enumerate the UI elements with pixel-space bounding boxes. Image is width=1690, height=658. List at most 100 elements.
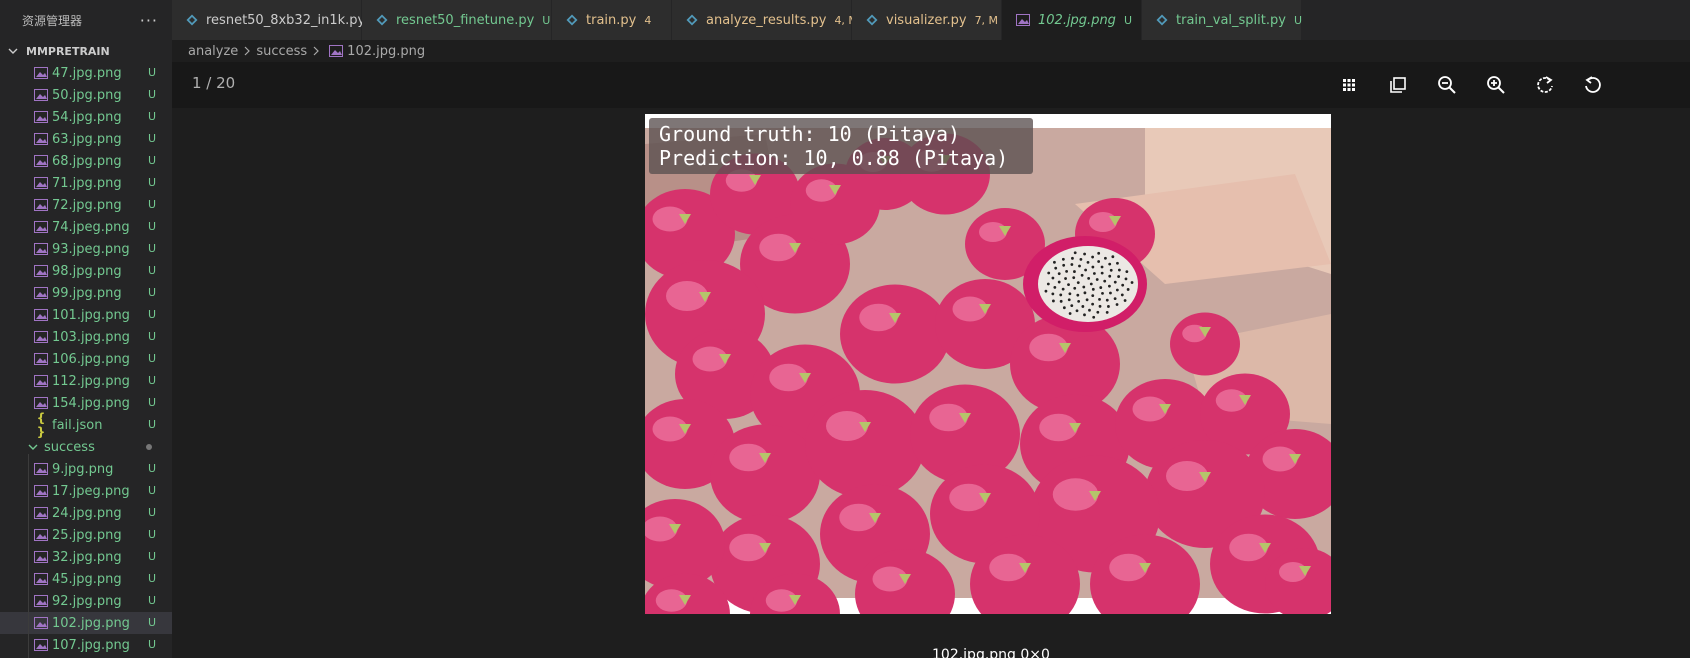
image-file-icon <box>34 529 48 541</box>
seed <box>1091 265 1095 269</box>
breadcrumb-file[interactable]: 102.jpg.png <box>347 44 425 59</box>
file-item[interactable]: 24.jpg.png U <box>0 502 172 524</box>
seed <box>1085 298 1089 302</box>
file-item[interactable]: 47.jpg.png U <box>0 62 172 84</box>
tab-resnet50-8xb32-in1k-py[interactable]: resnet50_8xb32_in1k.py <box>172 0 365 40</box>
git-untracked-badge: U <box>147 396 156 409</box>
image-file-icon <box>34 331 48 343</box>
file-item[interactable]: 71.jpg.png U <box>0 172 172 194</box>
file-item[interactable]: 101.jpg.png U <box>0 304 172 326</box>
rotate-left-icon[interactable] <box>1582 74 1604 96</box>
folder-success[interactable]: success <box>0 436 172 458</box>
original-size-icon[interactable] <box>1387 74 1409 96</box>
file-item[interactable]: 63.jpg.png U <box>0 128 172 150</box>
file-list-fail: 47.jpg.png U 50.jpg.png U 54.jpg.png U 63.jpg.… <box>0 62 172 414</box>
breadcrumb-folder-analyze[interactable]: analyze <box>188 44 238 59</box>
tab-resnet50-finetune-py[interactable]: resnet50_finetune.py U <box>362 0 552 40</box>
file-item[interactable]: 9.jpg.png U <box>0 458 172 480</box>
image-file-icon <box>34 353 48 365</box>
zoom-out-icon[interactable] <box>1436 74 1458 96</box>
file-list-success: 9.jpg.png U 17.jpeg.png U 24.jpg.png U 25.jpg.… <box>0 458 172 656</box>
pitaya-fruit <box>710 424 820 524</box>
file-item[interactable]: 106.jpg.png U <box>0 348 172 370</box>
file-item[interactable]: 102.jpg.png U <box>0 612 172 634</box>
image-file-icon <box>34 177 48 189</box>
file-item[interactable]: 50.jpg.png U <box>0 84 172 106</box>
file-item[interactable]: 72.jpg.png U <box>0 194 172 216</box>
image-viewer-canvas[interactable]: Ground truth: 10 (Pitaya) Prediction: 10… <box>172 108 1690 638</box>
json-icon: { } <box>36 411 46 439</box>
tab-visualizer-py[interactable]: visualizer.py 7, M <box>852 0 1002 40</box>
seed <box>1109 291 1112 295</box>
git-untracked-badge: U <box>147 506 156 519</box>
seed <box>1047 271 1051 275</box>
file-item[interactable]: 103.jpg.png U <box>0 326 172 348</box>
chevron-down-icon <box>8 48 18 54</box>
git-untracked-badge: U <box>147 572 156 585</box>
file-name: 102.jpg.png <box>52 615 130 631</box>
seed <box>1077 299 1081 303</box>
breadcrumb-folder-success[interactable]: success <box>256 44 307 59</box>
seed <box>1052 299 1055 303</box>
file-name: 63.jpg.png <box>52 131 122 147</box>
file-name: 25.jpg.png <box>52 527 122 543</box>
rotate-right-icon[interactable] <box>1534 74 1556 96</box>
file-item[interactable]: 54.jpg.png U <box>0 106 172 128</box>
ground-truth-label: Ground truth: 10 (Pitaya) <box>659 122 961 146</box>
preview-image[interactable]: Ground truth: 10 (Pitaya) Prediction: 10… <box>645 114 1331 614</box>
file-item[interactable]: 74.jpeg.png U <box>0 216 172 238</box>
seed <box>1126 288 1130 291</box>
seed <box>1073 286 1077 290</box>
file-item[interactable]: 92.jpg.png U <box>0 590 172 612</box>
file-item[interactable]: 99.jpg.png U <box>0 282 172 304</box>
zoom-in-icon[interactable] <box>1485 74 1507 96</box>
image-viewer-toolbar: 1 / 20 <box>172 62 1690 108</box>
file-item[interactable]: 98.jpg.png U <box>0 260 172 282</box>
more-actions-button[interactable]: ··· <box>140 11 158 30</box>
workspace-root[interactable]: MMPRETRAIN <box>0 40 172 62</box>
image-file-icon <box>34 463 48 475</box>
file-item[interactable]: 93.jpeg.png U <box>0 238 172 260</box>
indent-guide <box>28 454 29 658</box>
seed <box>1108 274 1112 278</box>
seed <box>1121 283 1125 287</box>
seed <box>1098 297 1101 301</box>
seed <box>1057 280 1061 284</box>
seed <box>1084 268 1088 272</box>
tab-label: 102.jpg.png <box>1038 12 1116 28</box>
file-item[interactable]: 154.jpg.png U <box>0 392 172 414</box>
tab-analyze-results-py[interactable]: analyze_results.py 4, M <box>672 0 858 40</box>
git-untracked-badge: U <box>147 66 156 79</box>
file-item[interactable]: 45.jpg.png U <box>0 568 172 590</box>
seed <box>1068 312 1072 315</box>
file-name: 106.jpg.png <box>52 351 130 367</box>
tab-102-jpg-png[interactable]: 102.jpg.png U <box>1002 0 1142 40</box>
pitaya-fruit <box>790 163 880 245</box>
seed <box>1104 256 1107 260</box>
python-icon <box>566 14 578 26</box>
file-item-fail-json[interactable]: { } fail.json U <box>0 411 172 439</box>
tab-label: analyze_results.py <box>706 12 827 28</box>
tab-label: train_val_split.py <box>1176 12 1286 28</box>
file-item[interactable]: 112.jpg.png U <box>0 370 172 392</box>
tab-train-py[interactable]: train.py 4 <box>552 0 672 40</box>
seed <box>1091 302 1095 306</box>
file-item[interactable]: 32.jpg.png U <box>0 546 172 568</box>
seed <box>1088 308 1091 312</box>
file-item[interactable]: 68.jpg.png U <box>0 150 172 172</box>
grid-view-icon[interactable] <box>1338 74 1360 96</box>
file-item[interactable]: 107.jpg.png U <box>0 634 172 656</box>
seed <box>1054 266 1058 270</box>
seed <box>1123 299 1127 302</box>
tab-train-val-split-py[interactable]: train_val_split.py U <box>1142 0 1302 40</box>
chevron-down-icon <box>28 444 38 450</box>
git-untracked-badge: U <box>147 286 156 299</box>
seed <box>1113 297 1117 301</box>
image-icon <box>1016 14 1030 26</box>
image-file-icon <box>34 617 48 629</box>
tab-label: resnet50_finetune.py <box>396 12 535 28</box>
git-untracked-badge: U <box>147 638 156 651</box>
file-item[interactable]: 25.jpg.png U <box>0 524 172 546</box>
seed <box>1053 285 1057 289</box>
file-item[interactable]: 17.jpeg.png U <box>0 480 172 502</box>
